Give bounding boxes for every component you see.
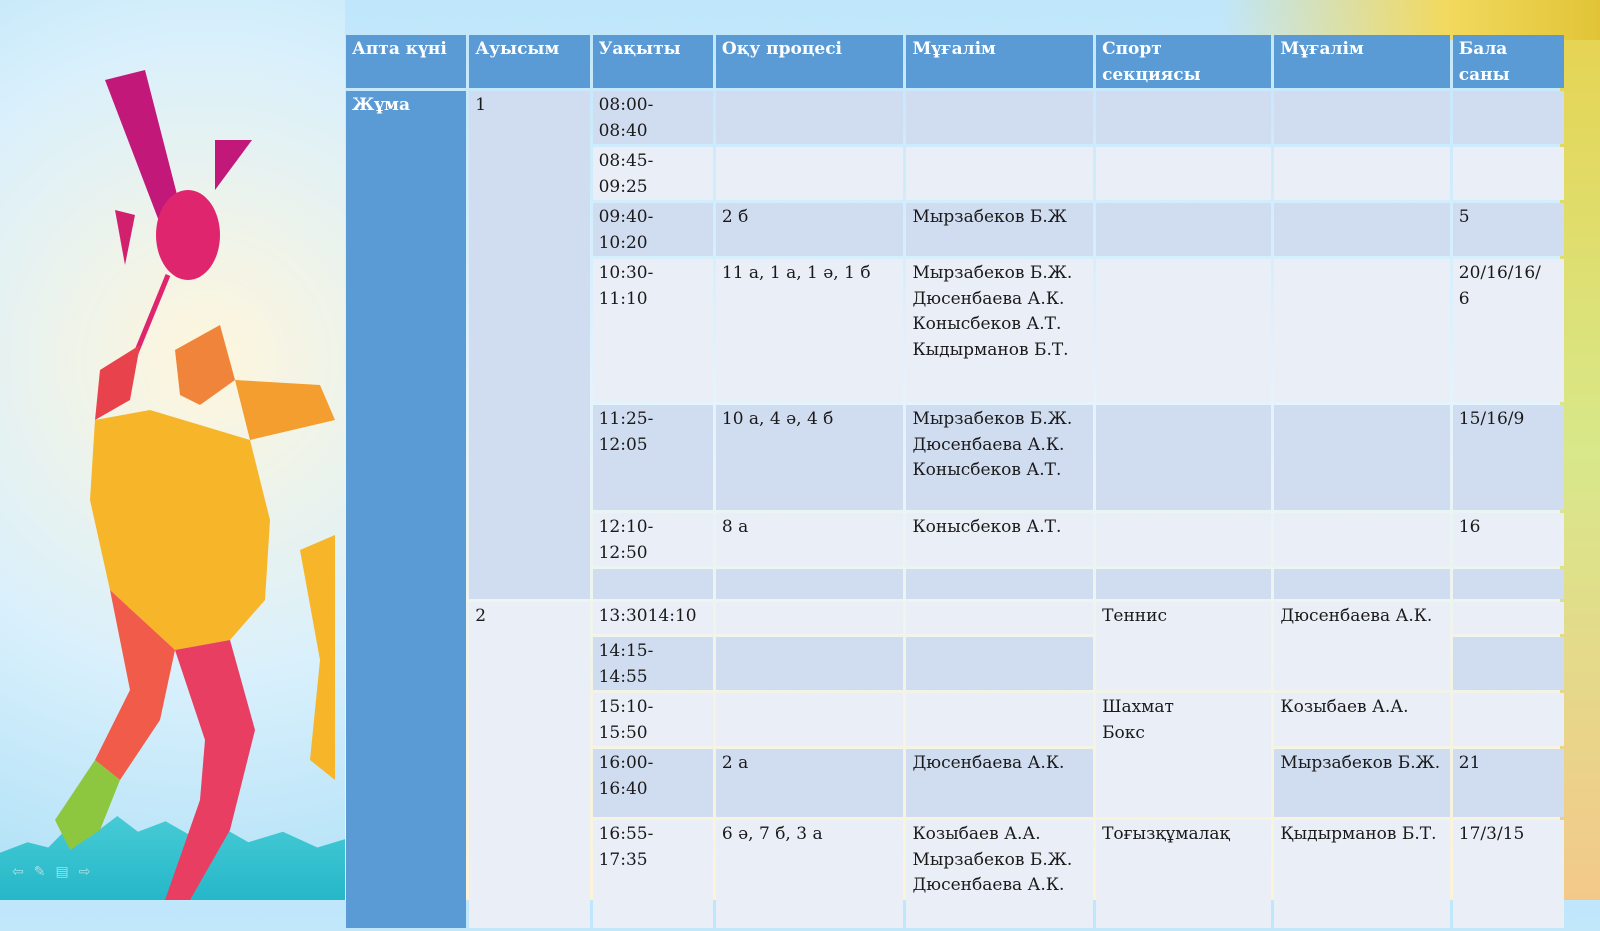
time-cell: 10:30- 11:10 xyxy=(592,259,713,402)
shift-2-cell: 2 xyxy=(469,602,590,928)
class-cell: 6 ә, 7 б, 3 а xyxy=(715,820,904,928)
class-cell: 11 а, 1 а, 1 ә, 1 б xyxy=(715,259,904,402)
count-cell: 20/16/16/ 6 xyxy=(1452,259,1564,402)
class-cell xyxy=(715,637,904,690)
section-togyz: Тоғызқұмалақ xyxy=(1096,820,1272,928)
header-section-teacher: Мұғалім xyxy=(1274,35,1450,88)
count-cell xyxy=(1452,569,1564,599)
badminton-player-icon xyxy=(55,70,335,900)
class-cell xyxy=(715,693,904,746)
section-teacher-togyz: Қыдырманов Б.Т. xyxy=(1274,820,1450,928)
teacher-cell: Козыбаев А.А. Мырзабеков Б.Ж. Дюсенбаева… xyxy=(906,820,1094,928)
class-cell: 8 а xyxy=(715,513,904,566)
teacher-cell: Мырзабеков Б.Ж. Дюсенбаева А.К. Конысбек… xyxy=(906,259,1094,402)
section-cell xyxy=(1096,259,1272,402)
section-teacher-chess: Козыбаев А.А. xyxy=(1274,693,1450,746)
section-teacher-cell xyxy=(1274,513,1450,566)
day-cell: Жұма xyxy=(346,91,467,928)
section-teacher-cell xyxy=(1274,203,1450,256)
count-cell xyxy=(1452,693,1564,746)
header-sport-section: Спорт секциясы xyxy=(1096,35,1272,88)
presentation-nav-icons[interactable]: ⇦✎▤⇨ xyxy=(12,864,100,880)
section-chess-box: Шахмат Бокс xyxy=(1096,693,1272,817)
time-cell: 16:55- 17:35 xyxy=(592,820,713,928)
time-cell: 16:00- 16:40 xyxy=(592,749,713,817)
teacher-cell xyxy=(906,147,1094,200)
section-teacher-tennis: Дюсенбаева А.К. xyxy=(1274,602,1450,690)
section-teacher-cell xyxy=(1274,405,1450,510)
teacher-cell: Мырзабеков Б.Ж. Дюсенбаева А.К. Конысбек… xyxy=(906,405,1094,510)
class-cell xyxy=(715,569,904,599)
shift-1-cell: 1 xyxy=(469,91,590,599)
time-cell: 08:45- 09:25 xyxy=(592,147,713,200)
teacher-cell xyxy=(906,91,1094,144)
section-teacher-cell xyxy=(1274,569,1450,599)
time-cell: 09:40- 10:20 xyxy=(592,203,713,256)
class-cell xyxy=(715,91,904,144)
time-cell: 12:10- 12:50 xyxy=(592,513,713,566)
teacher-cell: Конысбеков А.Т. xyxy=(906,513,1094,566)
section-teacher-box: Мырзабеков Б.Ж. xyxy=(1274,749,1450,817)
section-cell xyxy=(1096,147,1272,200)
time-cell: 08:00- 08:40 xyxy=(592,91,713,144)
table-row: 2 13:3014:10 Теннис Дюсенбаева А.К. xyxy=(346,602,1564,928)
section-cell xyxy=(1096,569,1272,599)
count-cell: 21 xyxy=(1452,749,1564,817)
count-cell xyxy=(1452,637,1564,690)
section-teacher-cell xyxy=(1274,147,1450,200)
section-cell xyxy=(1096,405,1272,510)
count-cell xyxy=(1452,602,1564,634)
teacher-cell: Мырзабеков Б.Ж xyxy=(906,203,1094,256)
section-cell xyxy=(1096,203,1272,256)
count-cell xyxy=(1452,91,1564,144)
header-day: Апта күні xyxy=(346,35,467,88)
teacher-cell xyxy=(906,602,1094,634)
class-cell xyxy=(715,602,904,634)
section-cell xyxy=(1096,513,1272,566)
time-cell xyxy=(592,569,713,599)
header-time: Уақыты xyxy=(592,35,713,88)
count-cell: 15/16/9 xyxy=(1452,405,1564,510)
teacher-cell xyxy=(906,569,1094,599)
time-cell: 14:15- 14:55 xyxy=(592,637,713,690)
header-teacher: Мұғалім xyxy=(906,35,1094,88)
section-cell xyxy=(1096,91,1272,144)
teacher-cell xyxy=(906,693,1094,746)
time-cell: 11:25- 12:05 xyxy=(592,405,713,510)
header-shift: Ауысым xyxy=(469,35,590,88)
time-cell: 15:10- 15:50 xyxy=(592,693,713,746)
teacher-cell: Дюсенбаева А.К. xyxy=(906,749,1094,817)
section-teacher-cell xyxy=(1274,259,1450,402)
racket-icon xyxy=(156,190,220,280)
count-cell xyxy=(1452,147,1564,200)
section-tennis: Теннис xyxy=(1096,602,1272,690)
section-teacher-cell xyxy=(1274,91,1450,144)
class-cell: 2 б xyxy=(715,203,904,256)
header-class: Оқу процесі xyxy=(715,35,904,88)
header-child-count: Бала саны xyxy=(1452,35,1564,88)
count-cell: 16 xyxy=(1452,513,1564,566)
count-cell: 5 xyxy=(1452,203,1564,256)
table-header-row: Апта күні Ауысым Уақыты Оқу процесі Мұға… xyxy=(346,35,1564,88)
schedule-table: Апта күні Ауысым Уақыты Оқу процесі Мұға… xyxy=(343,32,1567,931)
table-row: Жұма 1 08:00- 08:40 xyxy=(346,91,1564,928)
class-cell xyxy=(715,147,904,200)
time-cell: 13:3014:10 xyxy=(592,602,713,634)
count-cell: 17/3/15 xyxy=(1452,820,1564,928)
class-cell: 10 а, 4 ә, 4 б xyxy=(715,405,904,510)
teacher-cell xyxy=(906,637,1094,690)
class-cell: 2 а xyxy=(715,749,904,817)
